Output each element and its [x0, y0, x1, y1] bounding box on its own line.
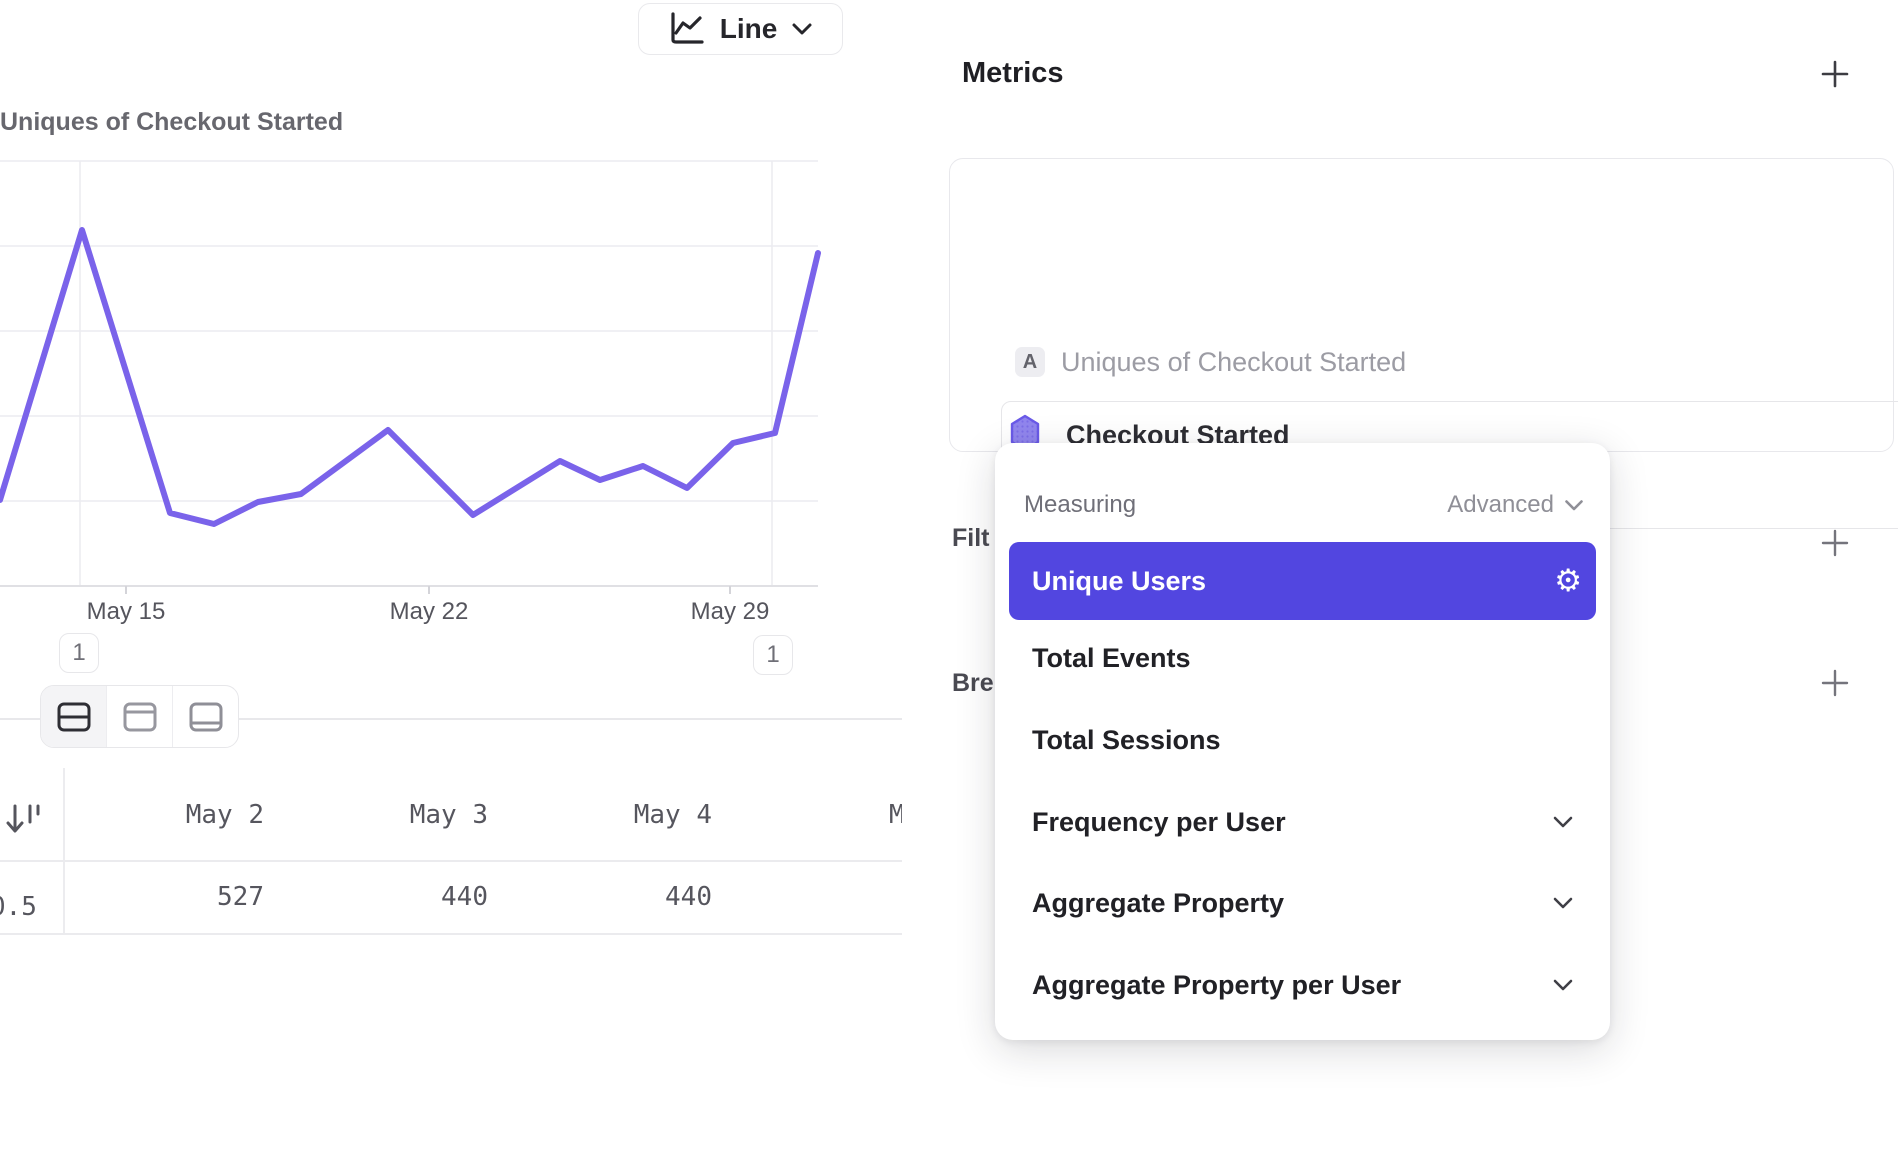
- x-axis-tick-label: May 15: [87, 598, 166, 626]
- table-cell: 440: [287, 861, 511, 933]
- chevron-down-icon: [1552, 815, 1574, 829]
- dropdown-item-label: Aggregate Property: [1032, 888, 1284, 919]
- line-chart: [0, 150, 830, 612]
- layout-toggle-group: [40, 685, 239, 748]
- breakdowns-section-title: Bre: [952, 669, 994, 698]
- table-column-header: May 4: [511, 770, 735, 860]
- dropdown-item-unique-users[interactable]: Unique Users ⚙: [1009, 542, 1596, 620]
- metric-badge: A: [1015, 347, 1045, 377]
- dropdown-item-label: Aggregate Property per User: [1032, 970, 1401, 1001]
- dropdown-item-label: Total Events: [1032, 643, 1191, 674]
- chart-type-button[interactable]: Line: [638, 3, 843, 55]
- chevron-down-icon: [1552, 896, 1574, 910]
- dropdown-item-aggregate-property[interactable]: Aggregate Property: [1009, 864, 1596, 942]
- plus-icon: [1819, 58, 1851, 90]
- table-row-border: [0, 933, 902, 935]
- dropdown-item-label: Frequency per User: [1032, 807, 1286, 838]
- add-filter-button[interactable]: [1818, 526, 1852, 560]
- x-axis-tick-label: May 29: [691, 598, 770, 626]
- layout-split-icon: [56, 701, 92, 733]
- chart-panel: Line Uniques of Checkout Started May 15 M…: [0, 0, 902, 1152]
- dropdown-header: Measuring: [1024, 491, 1136, 519]
- filters-section-title: Filt: [952, 524, 990, 553]
- gear-icon[interactable]: ⚙: [1554, 566, 1582, 597]
- dropdown-item-label: Total Sessions: [1032, 725, 1221, 756]
- query-panel: Metrics A Uniques of Checkout Started Ch…: [902, 0, 1898, 1152]
- layout-chart-icon: [122, 701, 158, 733]
- annotation-badge-label: 1: [72, 639, 85, 667]
- chart-title: Uniques of Checkout Started: [0, 108, 343, 137]
- annotation-badge-label: 1: [766, 641, 779, 669]
- add-breakdown-button[interactable]: [1818, 666, 1852, 700]
- chevron-down-icon: [1552, 978, 1574, 992]
- line-chart-icon: [668, 11, 706, 47]
- dropdown-item-label: Unique Users: [1032, 566, 1206, 597]
- plus-icon: [1820, 668, 1850, 698]
- layout-table-icon: [188, 701, 224, 733]
- layout-table-button[interactable]: [172, 686, 238, 747]
- advanced-mode-label: Advanced: [1447, 491, 1554, 519]
- annotation-badge-2[interactable]: 1: [753, 635, 793, 675]
- dropdown-item-total-sessions[interactable]: Total Sessions: [1009, 701, 1596, 779]
- chart-type-label: Line: [720, 13, 778, 45]
- table-header-row: May 2May 3May 4May: [63, 770, 959, 860]
- metric-name: Uniques of Checkout Started: [1061, 347, 1406, 378]
- table-row-label: 0.5: [0, 883, 37, 921]
- metrics-section-title: Metrics: [962, 57, 1064, 90]
- dropdown-item-aggregate-property-per-user[interactable]: Aggregate Property per User: [1009, 946, 1596, 1024]
- dropdown-item-frequency-per-user[interactable]: Frequency per User: [1009, 783, 1596, 861]
- add-metric-button[interactable]: [1818, 57, 1852, 91]
- table-column-header: May 2: [63, 770, 287, 860]
- measuring-dropdown: Measuring Advanced Unique Users ⚙ Total Ev…: [995, 443, 1610, 1040]
- metric-card[interactable]: A Uniques of Checkout Started Checkout S…: [949, 158, 1894, 452]
- sort-descending-icon[interactable]: [6, 802, 40, 840]
- table-cell: 527: [63, 861, 287, 933]
- x-axis-tick-label: May 22: [390, 598, 469, 626]
- table-row: 52744044051: [63, 861, 959, 933]
- annotation-badge-1[interactable]: 1: [59, 633, 99, 673]
- table-column-header: May 3: [287, 770, 511, 860]
- table-cell: 440: [511, 861, 735, 933]
- chevron-down-icon: [1564, 499, 1584, 512]
- layout-chart-button[interactable]: [106, 686, 172, 747]
- dropdown-item-total-events[interactable]: Total Events: [1009, 619, 1596, 697]
- plus-icon: [1820, 528, 1850, 558]
- advanced-mode-toggle[interactable]: Advanced: [1447, 491, 1584, 519]
- layout-split-button[interactable]: [41, 686, 106, 747]
- chevron-down-icon: [791, 22, 813, 36]
